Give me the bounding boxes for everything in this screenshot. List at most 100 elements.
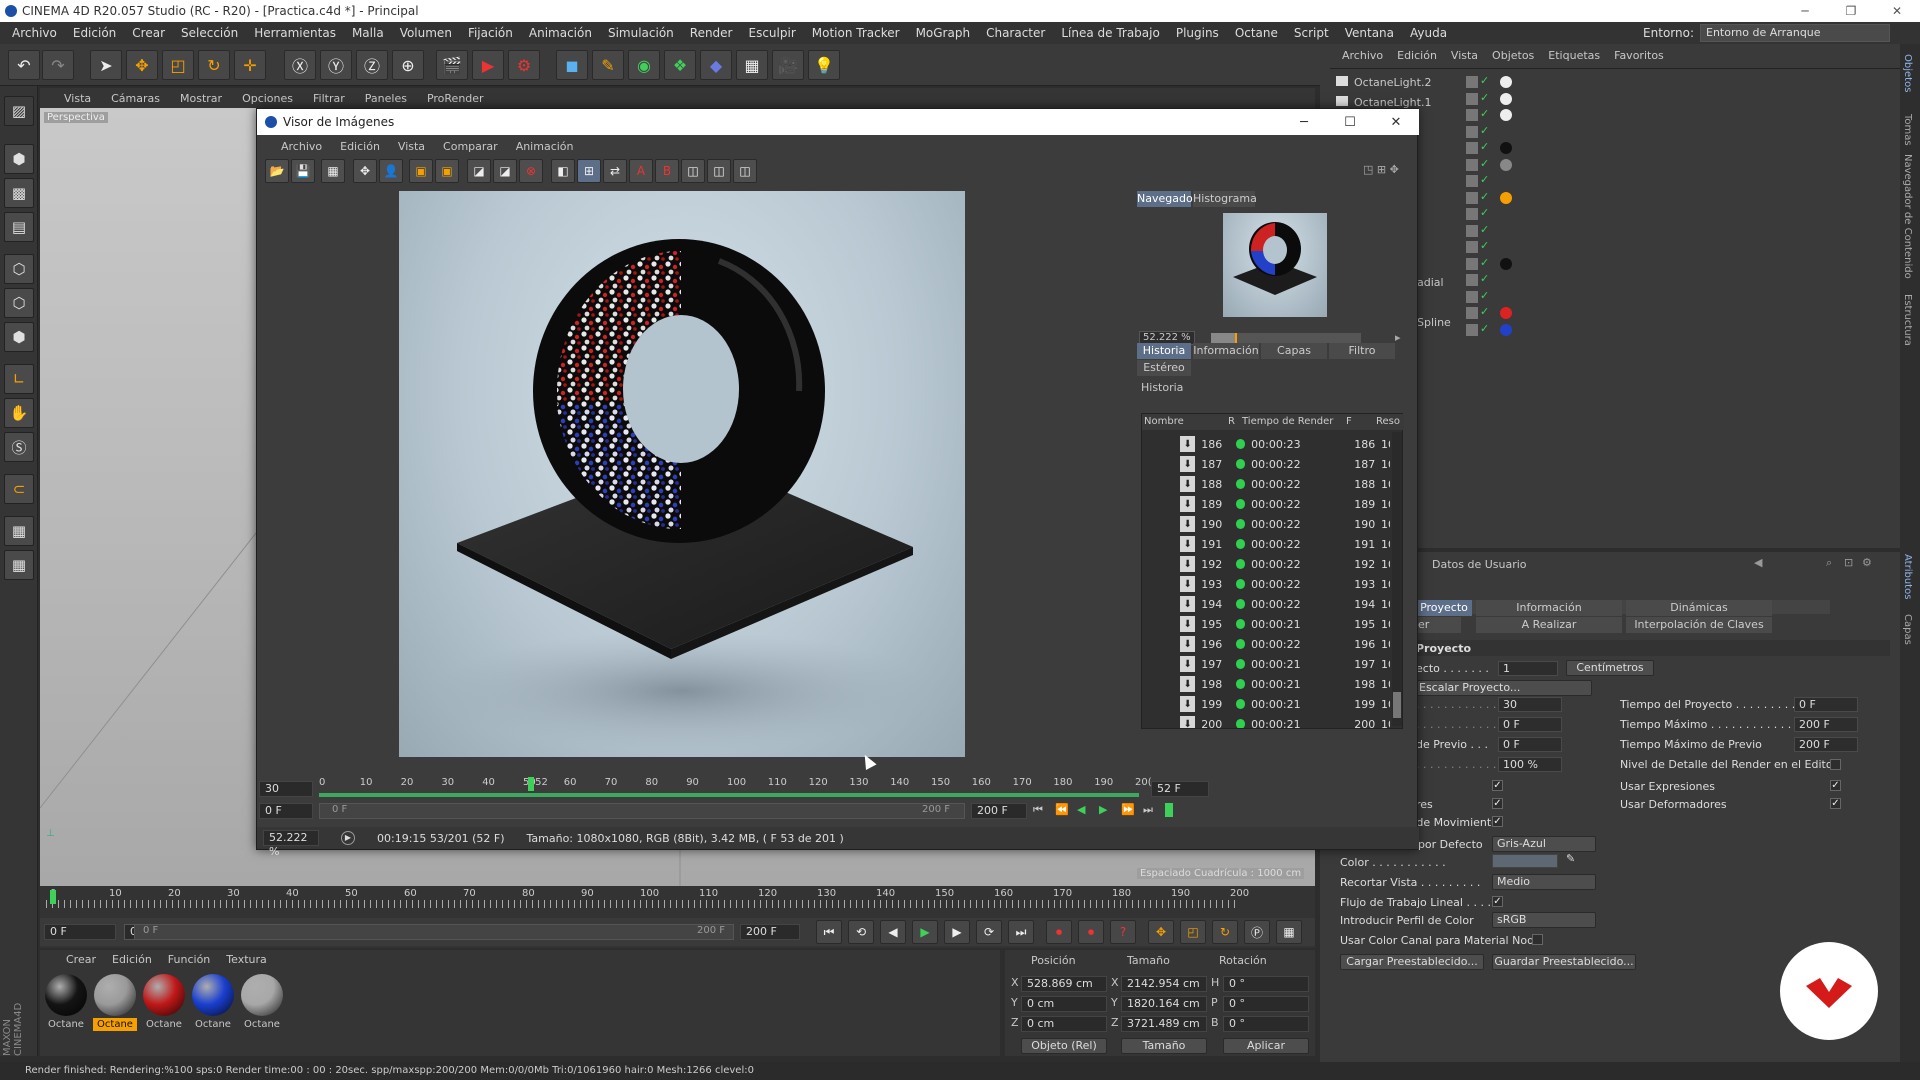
tab-navegador[interactable]: Navegador (1137, 191, 1197, 207)
history-scrollbar[interactable] (1392, 432, 1402, 726)
save-preset-button[interactable]: Guardar Preestablecido... (1492, 954, 1636, 970)
visibility-toggle-icon[interactable] (1466, 76, 1478, 88)
visibility-toggle-icon[interactable] (1466, 224, 1478, 237)
viewer-play-icon[interactable]: ▶ (1099, 803, 1107, 816)
frame-field[interactable]: 0 F (44, 924, 116, 940)
viewer-end-field[interactable]: 200 F (971, 803, 1027, 819)
timeline-ruler[interactable]: 0102030405060708090100110120130140150160… (46, 888, 1249, 914)
vp-menu-prorender[interactable]: ProRender (417, 92, 494, 105)
viewer-menu-comparar[interactable]: Comparar (443, 140, 498, 153)
enabled-check-icon[interactable]: ✓ (1480, 289, 1489, 302)
panel-options-icon[interactable]: ◳ ⊞ ✥ (1363, 163, 1399, 176)
render-region-icon[interactable]: ◪ (467, 159, 491, 183)
keyframe-selection-icon[interactable]: ? (1110, 920, 1136, 944)
navigator-thumbnail[interactable] (1223, 213, 1327, 317)
mat-menu-textura[interactable]: Textura (226, 953, 266, 966)
y-axis-icon[interactable]: Ⓨ (320, 50, 352, 80)
use-deformers-checkbox[interactable]: ✓ (1830, 798, 1841, 809)
tab-historia[interactable]: Historia (1137, 343, 1191, 359)
menu-ayuda[interactable]: Ayuda (1402, 26, 1455, 40)
enabled-check-icon[interactable]: ✓ (1480, 305, 1489, 318)
pen-spline-icon[interactable]: ✎ (592, 50, 624, 80)
axis-mode-icon[interactable]: ∟ (4, 364, 34, 394)
vp-menu-opciones[interactable]: Opciones (232, 92, 303, 105)
goto-start-icon[interactable]: ⏮ (816, 920, 842, 944)
max-preview-field[interactable]: 200 F (1794, 737, 1858, 752)
viewer-start-field[interactable]: 0 F (259, 803, 313, 819)
rtab-atributos[interactable]: Atributos (1902, 554, 1913, 599)
environment-dropdown[interactable]: Entorno de Arranque (1700, 24, 1890, 42)
lod-editor-checkbox[interactable] (1830, 759, 1841, 770)
array-icon[interactable]: ❖ (664, 50, 696, 80)
visibility-toggle-icon[interactable] (1466, 307, 1478, 319)
compare-icon[interactable]: ◧ (551, 159, 575, 183)
object-color-dropdown[interactable]: Gris-Azul (1492, 836, 1596, 852)
arrange-icon[interactable]: ✥ (353, 159, 377, 183)
end-field[interactable]: 200 F (740, 924, 800, 940)
history-row[interactable]: ⬇ 189 00:00:22 189 108 (1142, 494, 1390, 514)
viewport-mode-icon[interactable]: ▨ (4, 96, 34, 126)
coord-size-field[interactable]: 1820.164 cm (1121, 996, 1207, 1012)
menu-mograph[interactable]: MoGraph (908, 26, 979, 40)
layers-icon[interactable]: ▣ (409, 159, 433, 183)
menu-script[interactable]: Script (1286, 26, 1337, 40)
rtab-objetos[interactable]: Objetos (1902, 54, 1913, 92)
tab-partial[interactable]: er (1416, 617, 1461, 633)
key-scale-icon[interactable]: ◰ (1180, 920, 1206, 944)
tab-estereo[interactable]: Estéreo (1137, 360, 1191, 376)
timeline-playhead[interactable] (50, 890, 56, 904)
tab-capas-viewer[interactable]: Capas (1261, 343, 1327, 359)
viewer-prev-icon[interactable]: ⏪ (1055, 803, 1069, 816)
history-row[interactable]: ⬇ 193 00:00:22 193 108 (1142, 574, 1390, 594)
obj-menu-favoritos[interactable]: Favoritos (1614, 49, 1664, 62)
person-icon[interactable]: 👤 (379, 159, 403, 183)
enabled-check-icon[interactable]: ✓ (1480, 190, 1489, 203)
vp-menu-camaras[interactable]: Cámaras (101, 92, 170, 105)
material-item[interactable]: Octane (240, 974, 284, 1032)
history-row[interactable]: ⬇ 191 00:00:22 191 108 (1142, 534, 1390, 554)
col-nombre[interactable]: Nombre (1144, 416, 1184, 427)
menu-malla[interactable]: Malla (344, 26, 392, 40)
search-icon[interactable]: ⌕ (1826, 556, 1832, 570)
coord-position-field[interactable]: 0 cm (1021, 996, 1107, 1012)
restore-icon[interactable]: ❐ (1828, 0, 1874, 22)
viewer-fps-field[interactable]: 30 (259, 781, 313, 797)
enabled-check-icon[interactable]: ✓ (1480, 74, 1489, 87)
split-view-icon[interactable]: ◫ (681, 159, 705, 183)
history-row[interactable]: ⬇ 194 00:00:22 194 108 (1142, 594, 1390, 614)
coord-mode-dropdown[interactable]: Objeto (Rel) (1021, 1038, 1107, 1054)
minimize-icon[interactable]: ─ (1782, 0, 1828, 22)
apply-button[interactable]: Aplicar (1223, 1038, 1309, 1054)
object-tag-icon[interactable] (1500, 191, 1512, 204)
fps-field[interactable]: 30 (1498, 697, 1562, 712)
enabled-check-icon[interactable]: ✓ (1480, 91, 1489, 104)
tab-informacion-viewer[interactable]: Información (1193, 343, 1259, 359)
lock-icon[interactable]: ⊡ (1844, 556, 1853, 569)
menu-character[interactable]: Character (978, 26, 1053, 40)
vp-menu-vista[interactable]: Vista (40, 92, 101, 105)
obj-menu-vista[interactable]: Vista (1451, 49, 1478, 62)
history-row[interactable]: ⬇ 186 00:00:23 186 108 (1142, 434, 1390, 454)
polygons-mode-icon[interactable]: ⬢ (4, 322, 34, 352)
key-rotation-icon[interactable]: ↻ (1212, 920, 1238, 944)
object-tag-icon[interactable] (1500, 323, 1512, 336)
key-pla-icon[interactable]: ▦ (1276, 920, 1302, 944)
set-b-icon[interactable]: B (655, 159, 679, 183)
visibility-toggle-icon[interactable] (1466, 175, 1478, 187)
scale-tool-icon[interactable]: ◰ (162, 50, 194, 80)
viewer-maximize-icon[interactable]: ☐ (1327, 109, 1373, 135)
col-f[interactable]: F (1346, 416, 1352, 427)
viewer-menu-vista[interactable]: Vista (398, 140, 425, 153)
object-tag-icon[interactable] (1500, 76, 1512, 88)
redo-icon[interactable]: ↷ (42, 50, 74, 80)
coord-rotation-field[interactable]: 0 ° (1223, 976, 1309, 992)
mat-menu-funcion[interactable]: Función (168, 953, 210, 966)
menu-animacion[interactable]: Animación (521, 26, 600, 40)
coord-size-field[interactable]: 3721.489 cm (1121, 1016, 1207, 1032)
grid-snap-icon[interactable]: ▦ (4, 550, 34, 580)
viewer-close-icon[interactable]: ✕ (1373, 109, 1419, 135)
project-time-field[interactable]: 0 F (1794, 697, 1858, 712)
split-view-vert-icon[interactable]: ◫ (733, 159, 757, 183)
tab-dinamicas[interactable]: Dinámicas (1626, 600, 1772, 616)
range-slider[interactable]: 0 F 200 F (134, 924, 734, 940)
